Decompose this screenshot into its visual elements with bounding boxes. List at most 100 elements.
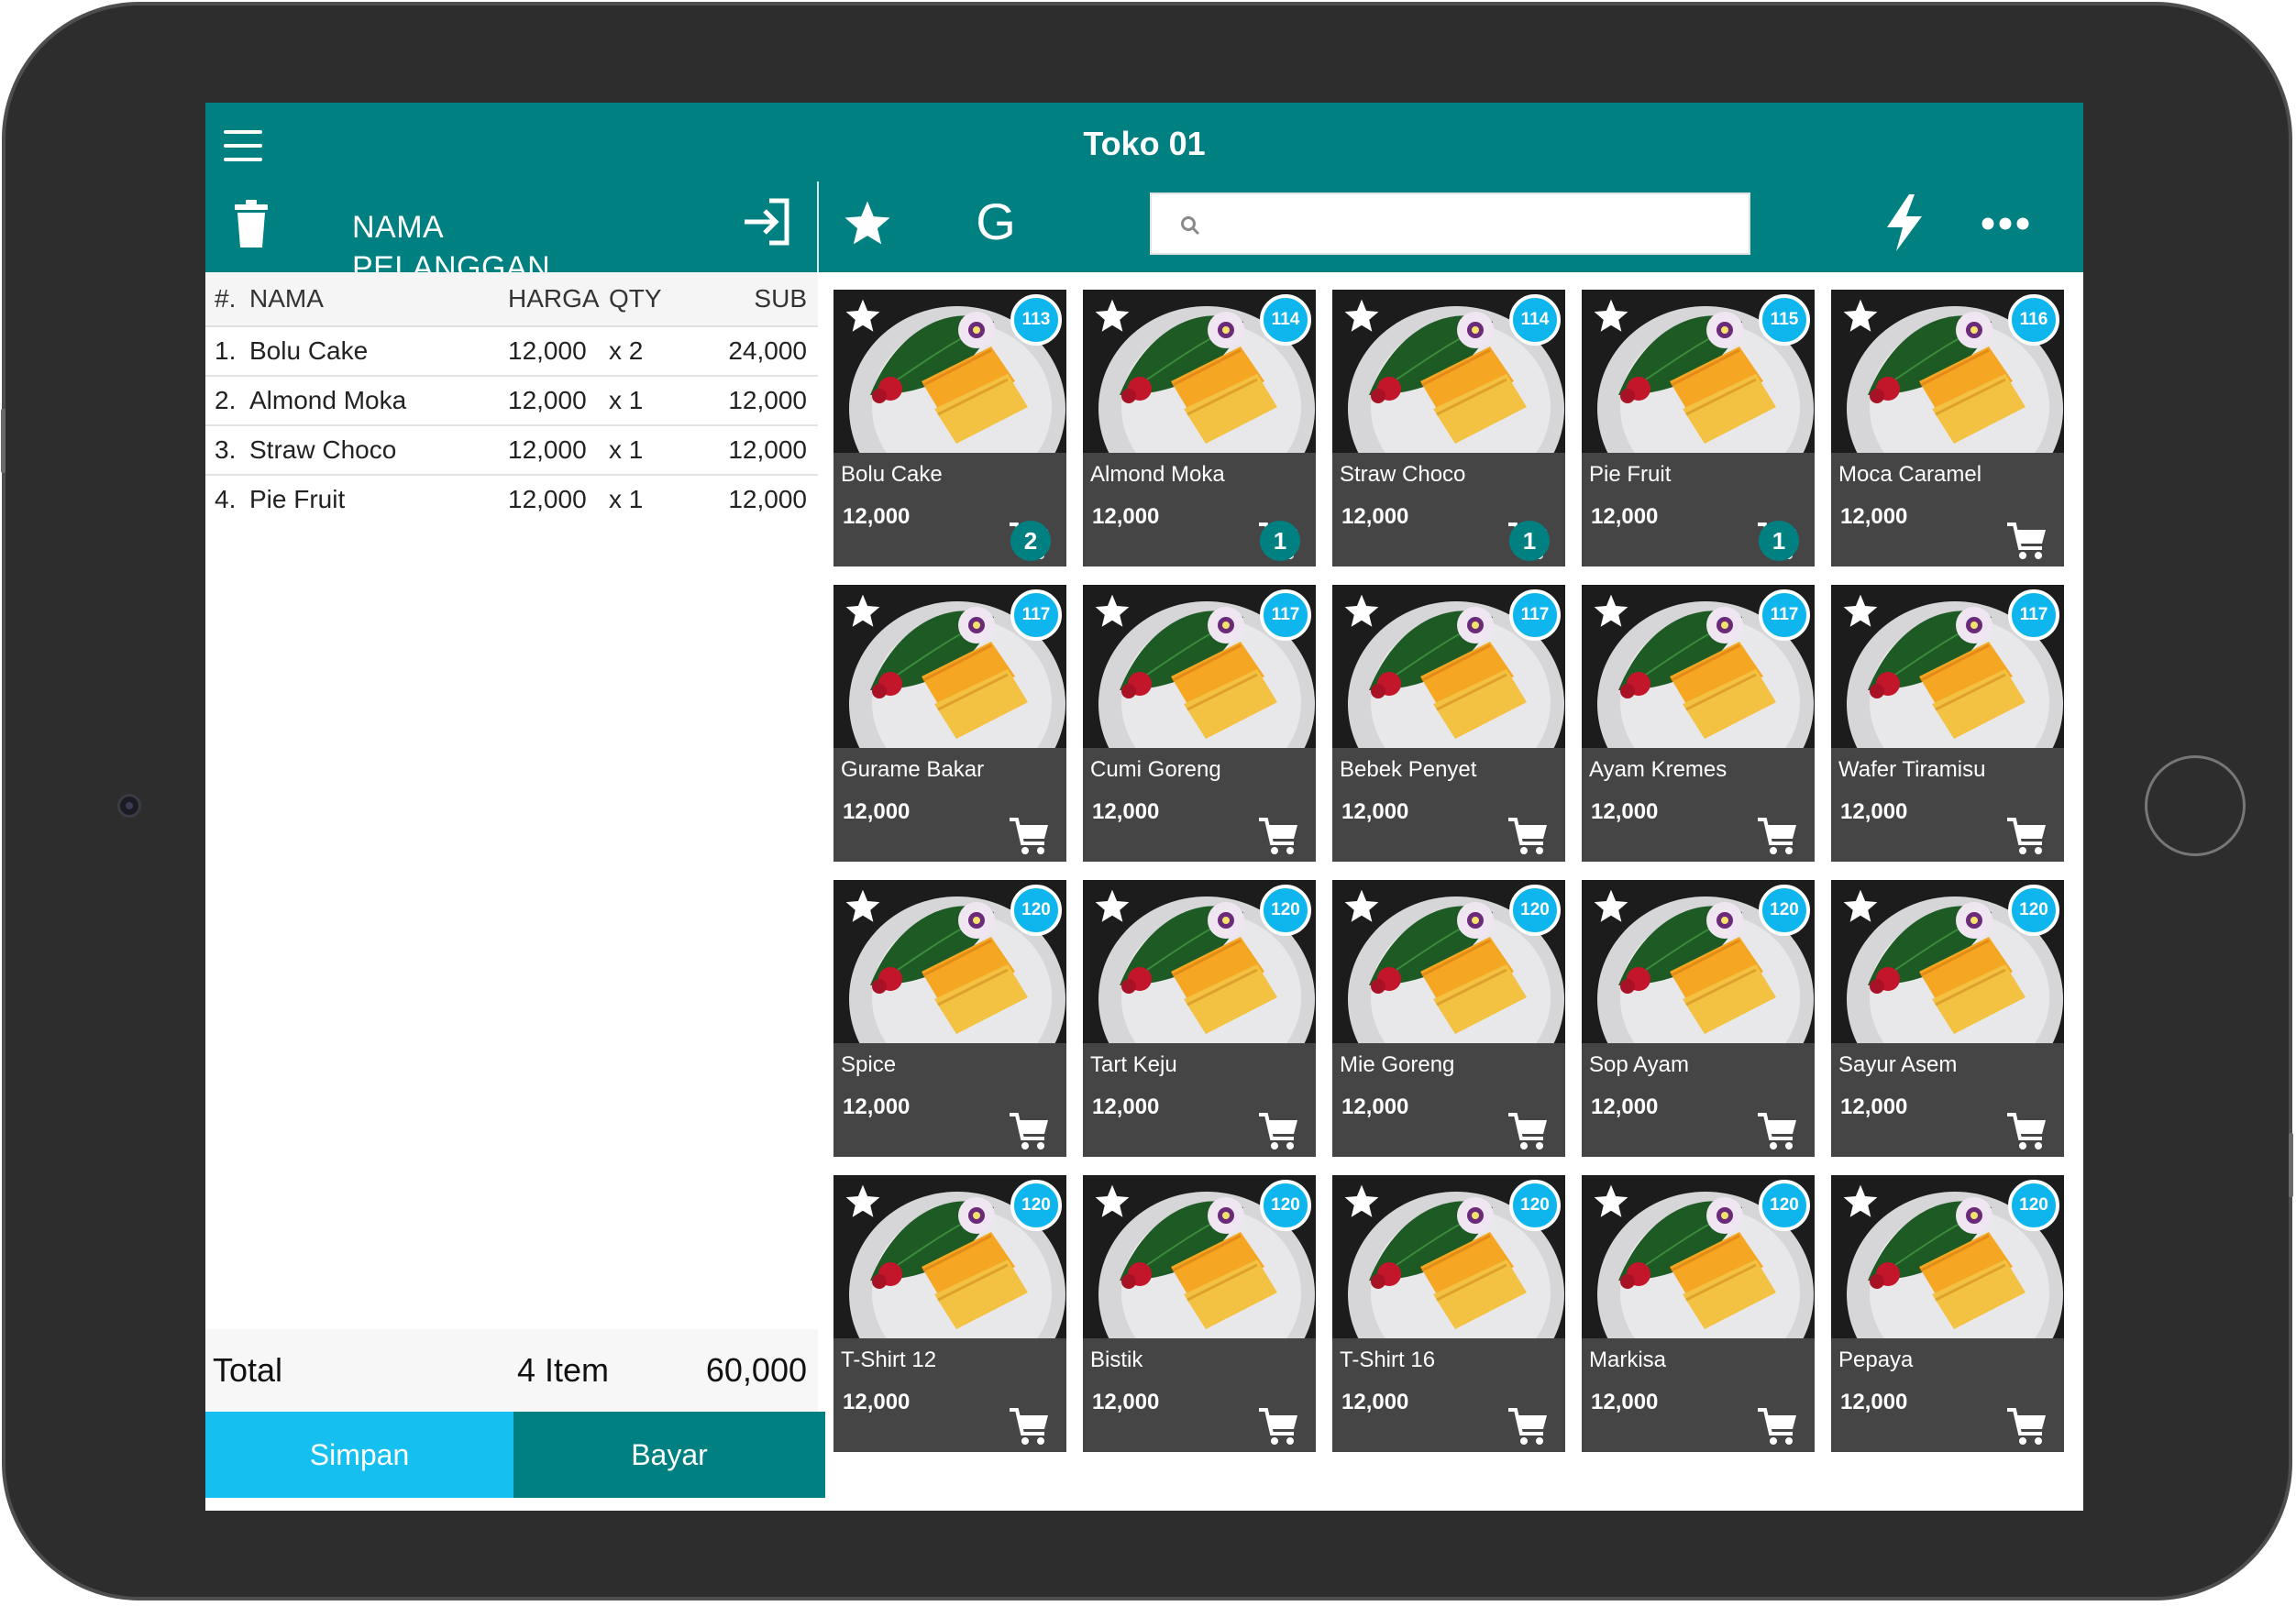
favorite-star-icon[interactable]: [1341, 297, 1382, 336]
order-row[interactable]: 2. Almond Moka 12,000 x 1 12,000: [205, 377, 818, 426]
favorite-star-icon[interactable]: [1092, 1182, 1132, 1221]
favorite-star-icon[interactable]: [1840, 592, 1881, 631]
favorite-star-icon[interactable]: [1591, 1182, 1631, 1221]
product-card[interactable]: 120 Sayur Asem 12,000: [1831, 880, 2064, 1157]
product-card[interactable]: 117 Wafer Tiramisu 12,000: [1831, 585, 2064, 862]
product-card[interactable]: 117 Bebek Penyet 12,000: [1332, 585, 1565, 862]
favorite-star-icon[interactable]: [1591, 887, 1631, 926]
stock-badge: 120: [1509, 1180, 1561, 1231]
product-price: 12,000: [843, 799, 911, 824]
product-image: 120: [1831, 1175, 2064, 1338]
cart-icon[interactable]: [1756, 816, 1798, 856]
home-button[interactable]: [2145, 755, 2246, 856]
product-price: 12,000: [1092, 1390, 1160, 1414]
product-card[interactable]: 117 Gurame Bakar 12,000: [833, 585, 1066, 862]
favorite-star-icon[interactable]: [843, 297, 883, 336]
cart-icon[interactable]: [1756, 1406, 1798, 1446]
favorites-star-icon[interactable]: [841, 198, 894, 249]
favorite-star-icon[interactable]: [843, 1182, 883, 1221]
stock-badge: 114: [1509, 294, 1561, 346]
order-row[interactable]: 4. Pie Fruit 12,000 x 1 12,000: [205, 476, 818, 523]
favorite-star-icon[interactable]: [1341, 887, 1382, 926]
product-name: Pie Fruit: [1589, 462, 1672, 487]
bolt-icon[interactable]: [1883, 194, 1926, 251]
product-card[interactable]: 120 Sop Ayam 12,000: [1582, 880, 1815, 1157]
product-card[interactable]: 120 Spice 12,000: [833, 880, 1066, 1157]
product-image: 117: [833, 585, 1066, 748]
row-qty: x 1: [609, 435, 644, 464]
product-card[interactable]: 117 Ayam Kremes 12,000: [1582, 585, 1815, 862]
product-name: T-Shirt 16: [1340, 1348, 1436, 1372]
row-qty: x 2: [609, 336, 644, 365]
stock-badge: 117: [1759, 589, 1810, 641]
search-box[interactable]: [1150, 192, 1750, 255]
login-icon[interactable]: [742, 198, 789, 246]
cart-icon[interactable]: [1257, 816, 1299, 856]
favorite-star-icon[interactable]: [1840, 887, 1881, 926]
product-image: 114: [1332, 290, 1565, 453]
cart-icon[interactable]: [1008, 816, 1050, 856]
favorite-star-icon[interactable]: [1341, 1182, 1382, 1221]
product-price: 12,000: [1591, 799, 1659, 824]
order-row[interactable]: 1. Bolu Cake 12,000 x 2 24,000: [205, 327, 818, 377]
search-input[interactable]: [1216, 204, 1733, 248]
order-row[interactable]: 3. Straw Choco 12,000 x 1 12,000: [205, 426, 818, 476]
product-card[interactable]: 114 Straw Choco 12,000 1: [1332, 290, 1565, 566]
favorite-star-icon[interactable]: [1092, 297, 1132, 336]
product-card[interactable]: 120 T-Shirt 12 12,000: [833, 1175, 1066, 1452]
top-bar: Toko 01 NAMA PELANGGAN G: [205, 103, 2083, 285]
cart-icon[interactable]: [1507, 1111, 1549, 1151]
product-card[interactable]: 120 T-Shirt 16 12,000: [1332, 1175, 1565, 1452]
cart-icon[interactable]: [2005, 1111, 2048, 1151]
stock-badge: 113: [1010, 294, 1062, 346]
product-card[interactable]: 116 Moca Caramel 12,000: [1831, 290, 2064, 566]
cart-icon[interactable]: [1008, 1406, 1050, 1446]
product-name: Mie Goreng: [1340, 1052, 1455, 1077]
product-card[interactable]: 120 Mie Goreng 12,000: [1332, 880, 1565, 1157]
product-card[interactable]: 120 Markisa 12,000: [1582, 1175, 1815, 1452]
more-icon[interactable]: [1981, 216, 2029, 231]
product-image: 116: [1831, 290, 2064, 453]
product-card[interactable]: 120 Tart Keju 12,000: [1083, 880, 1316, 1157]
product-image: 113: [833, 290, 1066, 453]
cart-icon[interactable]: [2005, 1406, 2048, 1446]
product-image: 120: [1831, 880, 2064, 1043]
cart-icon[interactable]: [1257, 1111, 1299, 1151]
product-card[interactable]: 114 Almond Moka 12,000 1: [1083, 290, 1316, 566]
product-price: 12,000: [1591, 1094, 1659, 1119]
product-image: 117: [1582, 585, 1815, 748]
pay-button[interactable]: Bayar: [513, 1412, 825, 1498]
camera: [117, 794, 141, 818]
favorite-star-icon[interactable]: [1591, 592, 1631, 631]
cart-icon[interactable]: [1507, 816, 1549, 856]
favorite-star-icon[interactable]: [843, 592, 883, 631]
trash-icon[interactable]: [233, 200, 270, 248]
product-name: Pepaya: [1838, 1348, 1914, 1372]
favorite-star-icon[interactable]: [1092, 592, 1132, 631]
favorite-star-icon[interactable]: [1840, 1182, 1881, 1221]
cart-icon[interactable]: [1756, 1111, 1798, 1151]
cart-icon[interactable]: [1257, 1406, 1299, 1446]
stock-badge: 120: [2008, 885, 2059, 936]
favorite-star-icon[interactable]: [1591, 297, 1631, 336]
product-card[interactable]: 117 Cumi Goreng 12,000: [1083, 585, 1316, 862]
total-items: 4 Item: [517, 1351, 610, 1389]
product-price: 12,000: [1840, 1390, 1908, 1414]
product-image: 120: [1582, 880, 1815, 1043]
group-g-icon[interactable]: G: [968, 194, 1023, 249]
column-header-name: NAMA: [249, 284, 324, 313]
product-card[interactable]: 115 Pie Fruit 12,000 1: [1582, 290, 1815, 566]
save-button[interactable]: Simpan: [205, 1412, 513, 1498]
favorite-star-icon[interactable]: [1341, 592, 1382, 631]
product-image: 120: [1332, 1175, 1565, 1338]
cart-icon[interactable]: [1507, 1406, 1549, 1446]
product-card[interactable]: 120 Bistik 12,000: [1083, 1175, 1316, 1452]
product-card[interactable]: 113 Bolu Cake 12,000 2: [833, 290, 1066, 566]
favorite-star-icon[interactable]: [1092, 887, 1132, 926]
favorite-star-icon[interactable]: [1840, 297, 1881, 336]
cart-icon[interactable]: [1008, 1111, 1050, 1151]
product-card[interactable]: 120 Pepaya 12,000: [1831, 1175, 2064, 1452]
favorite-star-icon[interactable]: [843, 887, 883, 926]
cart-icon[interactable]: [2005, 816, 2048, 856]
cart-icon[interactable]: [2005, 521, 2048, 561]
